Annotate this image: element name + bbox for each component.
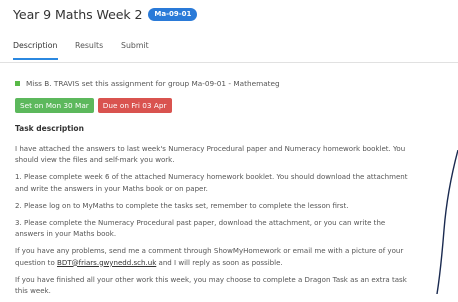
handdrawn-curve-annotation <box>436 150 458 294</box>
assignment-info: Miss B. TRAVIS set this assignment for g… <box>15 79 280 88</box>
homework-page: Year 9 Maths Week 2 Ma-09-01 Description… <box>0 0 458 295</box>
paragraph-step-3: 3. Please complete the Numeracy Procedur… <box>15 217 386 239</box>
email-link[interactable]: BDT@friars.gwynedd.sch.uk <box>57 258 156 267</box>
paragraph-dragon-task: If you have finished all your other work… <box>15 274 407 296</box>
paragraph-answers: I have attached the answers to last week… <box>15 144 406 165</box>
paragraph-step-1: 1. Please complete week 6 of the attache… <box>15 172 408 193</box>
set-date-badge: Set on Mon 30 Mar <box>15 98 94 113</box>
paragraph-step-2: 2. Please log on to MyMaths to complete … <box>15 200 349 210</box>
contact-text-after: and I will reply as soon as possible. <box>156 257 283 267</box>
due-date-badge: Due on Fri 03 Apr <box>97 98 172 113</box>
title-row: Year 9 Maths Week 2 Ma-09-01 <box>13 5 198 23</box>
tab-submit[interactable]: Submit <box>121 41 149 50</box>
date-badges: Set on Mon 30 Mar Due on Fri 03 Apr <box>15 98 176 113</box>
task-description: I have attached the answers to last week… <box>15 143 415 302</box>
tab-description[interactable]: Description <box>13 41 57 50</box>
group-code-badge: Ma-09-01 <box>148 7 198 21</box>
task-heading: Task description <box>15 124 84 133</box>
paragraph-contact: If you have any problems, send me a comm… <box>15 245 415 268</box>
teacher-line: Miss B. TRAVIS set this assignment for g… <box>26 79 280 88</box>
active-tab-indicator <box>13 58 58 60</box>
tab-bar: Description Results Submit <box>0 37 458 63</box>
tab-results[interactable]: Results <box>75 41 103 50</box>
status-square-icon <box>15 81 20 86</box>
page-title: Year 9 Maths Week 2 <box>13 6 143 22</box>
